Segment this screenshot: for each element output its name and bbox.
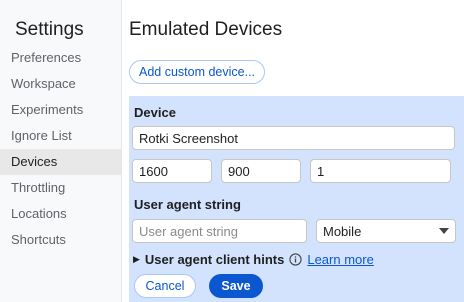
sidebar-item-shortcuts[interactable]: Shortcuts	[0, 227, 121, 253]
sidebar-item-preferences[interactable]: Preferences	[0, 45, 121, 71]
device-height-input[interactable]	[221, 159, 301, 183]
client-hints-toggle[interactable]: User agent client hints	[145, 252, 284, 267]
user-agent-type-value: Mobile	[323, 223, 362, 239]
info-icon	[289, 252, 302, 266]
learn-more-link[interactable]: Learn more	[307, 252, 373, 267]
settings-sidebar: Settings Preferences Workspace Experimen…	[0, 0, 122, 302]
sidebar-item-devices[interactable]: Devices	[0, 149, 121, 175]
sidebar-title: Settings	[15, 19, 84, 40]
device-section-label: Device	[134, 105, 176, 120]
expand-triangle-icon[interactable]: ▶	[133, 254, 140, 265]
save-button[interactable]: Save	[209, 274, 263, 298]
chevron-down-icon	[439, 228, 449, 234]
user-agent-section-label: User agent string	[134, 197, 241, 212]
sidebar-item-throttling[interactable]: Throttling	[0, 175, 121, 201]
page-title: Emulated Devices	[129, 19, 283, 40]
device-editor-panel: Device User agent string Mobile ▶ User a…	[129, 96, 464, 302]
user-agent-input[interactable]	[132, 219, 307, 243]
sidebar-item-workspace[interactable]: Workspace	[0, 71, 121, 97]
device-width-input[interactable]	[132, 159, 212, 183]
user-agent-type-select[interactable]: Mobile	[316, 219, 456, 243]
device-pixel-ratio-input[interactable]	[310, 159, 451, 183]
sidebar-item-locations[interactable]: Locations	[0, 201, 121, 227]
client-hints-row: ▶ User agent client hints Learn more	[133, 250, 374, 268]
add-custom-device-button[interactable]: Add custom device...	[129, 60, 265, 84]
main-content: Emulated Devices Add custom device... De…	[121, 0, 464, 302]
device-name-input[interactable]	[132, 126, 455, 150]
sidebar-item-ignore-list[interactable]: Ignore List	[0, 123, 121, 149]
sidebar-item-experiments[interactable]: Experiments	[0, 97, 121, 123]
cancel-button[interactable]: Cancel	[134, 274, 196, 298]
